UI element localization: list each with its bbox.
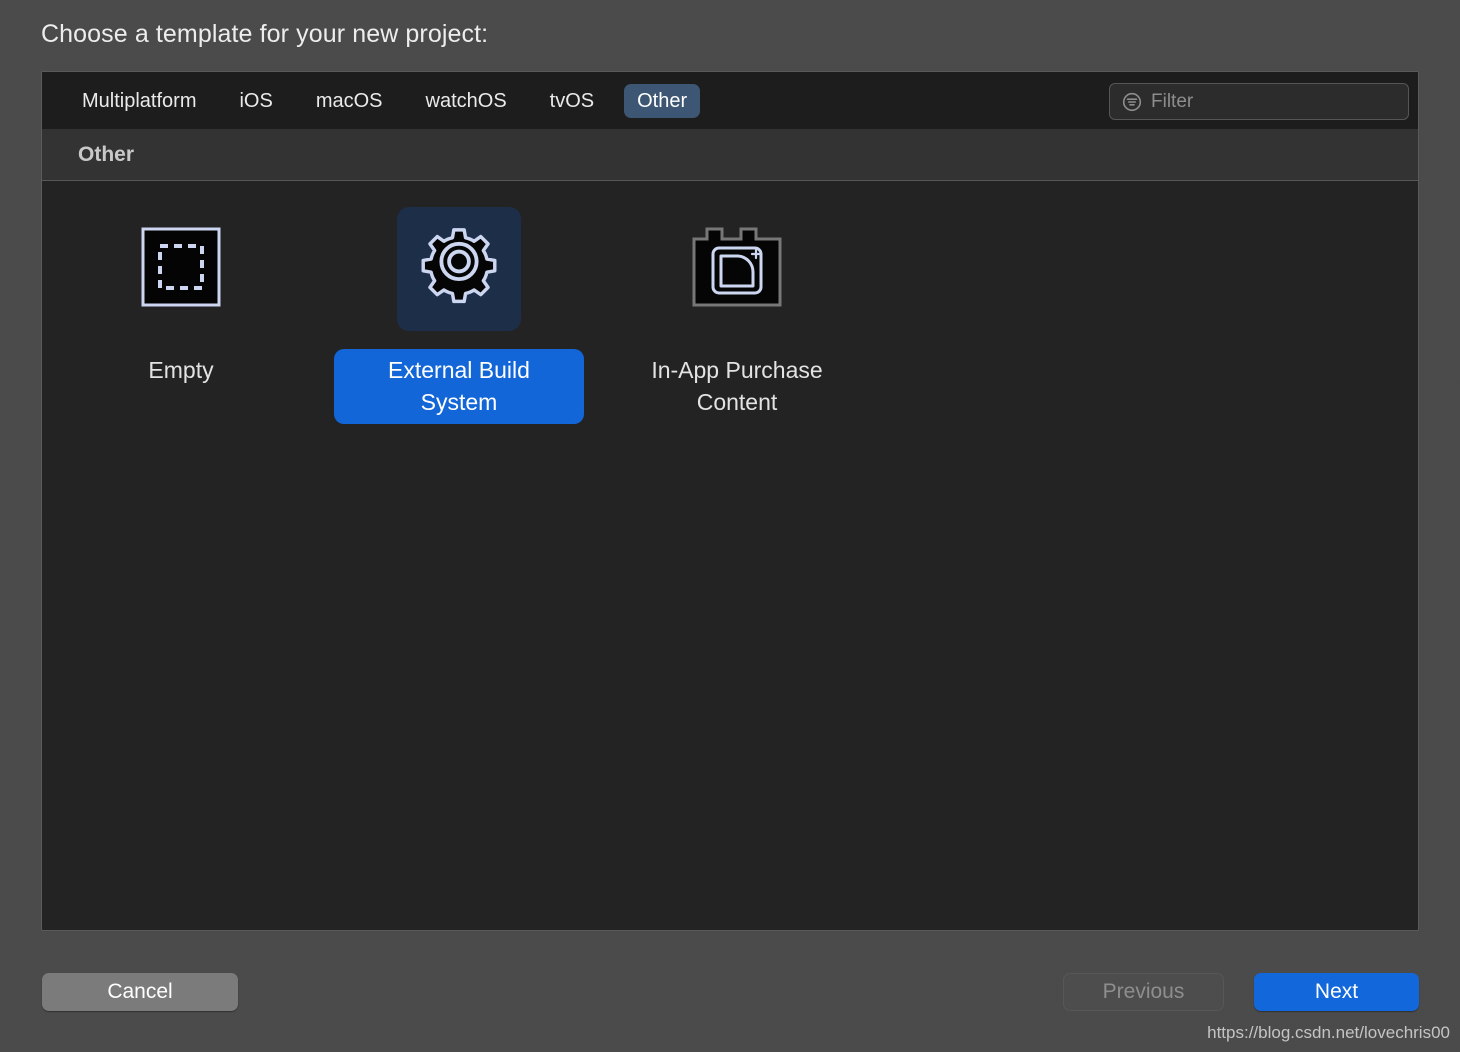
template-chooser-panel: Multiplatform iOS macOS watchOS tvOS Oth… [41, 71, 1419, 931]
section-header: Other [42, 129, 1418, 181]
in-app-purchase-icon [691, 223, 783, 316]
new-project-template-dialog: Choose a template for your new project: … [0, 0, 1460, 1052]
template-in-app-purchase-content[interactable]: In-App Purchase Content [598, 207, 876, 424]
empty-template-icon [141, 227, 221, 312]
template-in-app-purchase-content-label: In-App Purchase Content [651, 357, 823, 415]
template-empty-icon-wrap [119, 207, 243, 331]
tab-macos[interactable]: macOS [303, 84, 396, 118]
template-empty-label: Empty [148, 357, 214, 383]
next-button[interactable]: Next [1254, 973, 1419, 1011]
template-in-app-purchase-icon-wrap [675, 207, 799, 331]
filter-input[interactable]: Filter [1109, 83, 1409, 120]
platform-tabbar: Multiplatform iOS macOS watchOS tvOS Oth… [42, 72, 1418, 129]
tab-other[interactable]: Other [624, 83, 701, 118]
page-title: Choose a template for your new project: [41, 20, 489, 48]
previous-button[interactable]: Previous [1063, 973, 1224, 1011]
filter-icon [1121, 91, 1143, 113]
template-external-build-system[interactable]: External Build System [320, 207, 598, 425]
template-empty[interactable]: Empty [42, 207, 320, 424]
tab-watchos[interactable]: watchOS [413, 84, 520, 118]
tab-tvos[interactable]: tvOS [537, 84, 607, 118]
gear-icon [416, 224, 502, 315]
template-grid: Empty External Build System In-App Purch… [42, 181, 1418, 930]
tab-multiplatform[interactable]: Multiplatform [69, 84, 209, 118]
filter-placeholder: Filter [1151, 91, 1194, 112]
cancel-button[interactable]: Cancel [42, 973, 238, 1011]
section-header-label: Other [78, 142, 135, 166]
template-external-build-system-label: External Build System [334, 349, 584, 425]
template-external-build-system-icon-wrap [397, 207, 521, 331]
tab-ios[interactable]: iOS [226, 84, 285, 118]
watermark: https://blog.csdn.net/lovechris00 [1207, 1023, 1450, 1042]
